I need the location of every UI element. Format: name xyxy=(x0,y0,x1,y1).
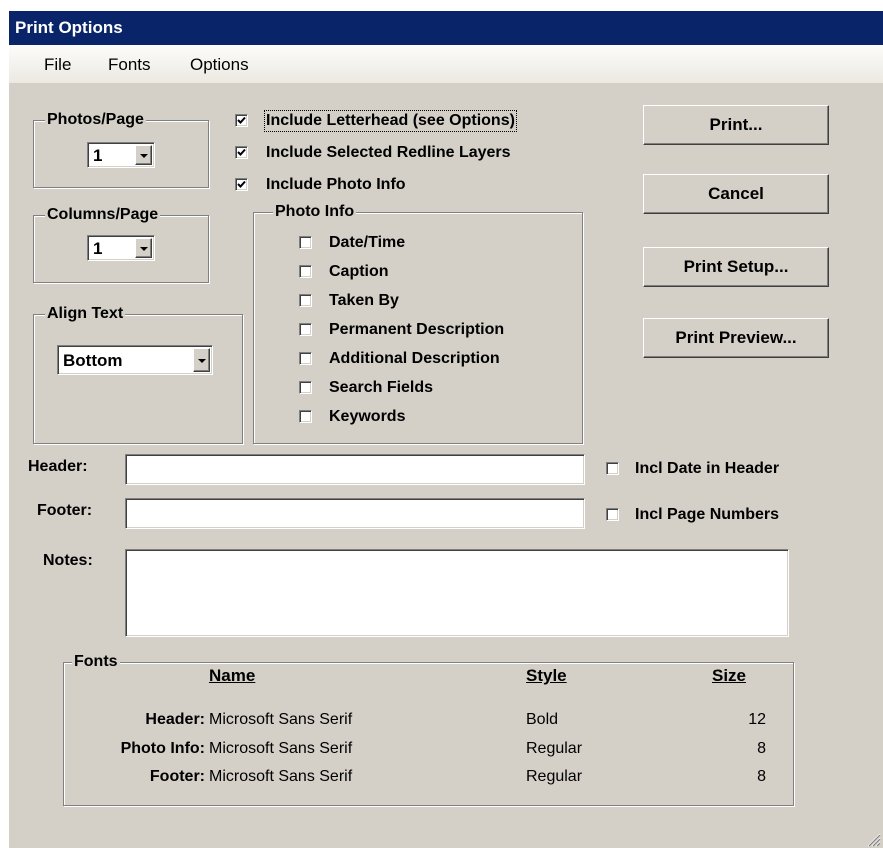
menu-file[interactable]: File xyxy=(44,55,71,75)
photo-info-label: Photo Info xyxy=(273,203,357,221)
keywords-label[interactable]: Keywords xyxy=(329,407,405,427)
incl-date-in-header-checkbox[interactable] xyxy=(606,462,619,475)
print-button[interactable]: Print... xyxy=(643,105,829,145)
fonts-column-size: Size xyxy=(712,666,747,685)
header-input[interactable] xyxy=(125,454,585,485)
photos-per-page-label: Photos/Page xyxy=(45,111,146,129)
include-redline-layers-checkbox[interactable] xyxy=(235,146,248,159)
date-time-checkbox[interactable] xyxy=(299,236,312,249)
additional-description-label[interactable]: Additional Description xyxy=(329,349,500,369)
menu-options[interactable]: Options xyxy=(190,55,249,75)
cancel-button[interactable]: Cancel xyxy=(643,174,829,214)
columns-per-page-value: 1 xyxy=(93,239,103,258)
fonts-row-size: 12 xyxy=(748,711,766,728)
photos-per-page-value: 1 xyxy=(93,146,103,165)
fonts-row-style: Regular xyxy=(526,768,583,785)
check-icon xyxy=(237,180,246,188)
align-text-value: Bottom xyxy=(63,351,123,370)
notes-label: Notes: xyxy=(43,552,93,569)
include-photo-info-checkbox[interactable] xyxy=(235,178,248,191)
chevron-down-icon xyxy=(140,247,148,251)
notes-textarea[interactable] xyxy=(125,549,789,637)
fonts-row-style: Bold xyxy=(526,711,559,728)
chevron-down-icon xyxy=(198,359,206,363)
print-setup-button[interactable]: Print Setup... xyxy=(643,247,829,287)
menu-bar: File Fonts Options xyxy=(9,45,883,83)
align-text-dropdown-button[interactable] xyxy=(193,348,210,372)
taken-by-label[interactable]: Taken By xyxy=(329,291,399,311)
photos-per-page-dropdown-button[interactable] xyxy=(135,145,152,165)
print-preview-button[interactable]: Print Preview... xyxy=(643,318,829,358)
fonts-row-target: Footer: xyxy=(149,768,205,785)
title-bar[interactable]: Print Options xyxy=(9,11,883,45)
search-fields-checkbox[interactable] xyxy=(299,381,312,394)
fonts-column-style: Style xyxy=(526,666,567,685)
fonts-row-size: 8 xyxy=(757,768,766,785)
columns-per-page-select[interactable]: 1 xyxy=(87,235,155,261)
columns-per-page-dropdown-button[interactable] xyxy=(135,238,152,258)
fonts-row-name: Microsoft Sans Serif xyxy=(209,768,353,785)
check-icon xyxy=(237,148,246,156)
check-icon xyxy=(237,116,246,124)
include-letterhead-label[interactable]: Include Letterhead (see Options) xyxy=(264,110,517,132)
include-letterhead-checkbox[interactable] xyxy=(235,114,248,127)
permanent-description-checkbox[interactable] xyxy=(299,323,312,336)
search-fields-label[interactable]: Search Fields xyxy=(329,378,433,398)
incl-page-numbers-label[interactable]: Incl Page Numbers xyxy=(635,505,779,525)
incl-page-numbers-checkbox[interactable] xyxy=(606,508,619,521)
window-title: Print Options xyxy=(15,18,123,37)
photos-per-page-select[interactable]: 1 xyxy=(87,142,155,168)
chevron-down-icon xyxy=(140,154,148,158)
fonts-row-size: 8 xyxy=(757,740,766,757)
resize-grip-icon[interactable] xyxy=(865,831,881,847)
fonts-column-name: Name xyxy=(209,666,256,685)
columns-per-page-label: Columns/Page xyxy=(45,206,161,224)
fonts-row-style: Regular xyxy=(526,740,583,757)
align-text-label: Align Text xyxy=(45,305,126,323)
footer-label: Footer: xyxy=(37,502,93,519)
taken-by-checkbox[interactable] xyxy=(299,294,312,307)
header-label: Header: xyxy=(28,458,88,475)
additional-description-checkbox[interactable] xyxy=(299,352,312,365)
fonts-row-name: Microsoft Sans Serif xyxy=(209,740,353,757)
permanent-description-label[interactable]: Permanent Description xyxy=(329,320,504,340)
caption-label[interactable]: Caption xyxy=(329,262,389,282)
fonts-group-label: Fonts xyxy=(72,653,120,671)
keywords-checkbox[interactable] xyxy=(299,410,312,423)
footer-input[interactable] xyxy=(125,498,585,529)
date-time-label[interactable]: Date/Time xyxy=(329,233,405,253)
fonts-row-target: Photo Info: xyxy=(120,740,205,757)
align-text-group xyxy=(33,314,243,444)
caption-checkbox[interactable] xyxy=(299,265,312,278)
fonts-row-name: Microsoft Sans Serif xyxy=(209,711,353,728)
fonts-row-target: Header: xyxy=(145,711,205,728)
include-redline-layers-label[interactable]: Include Selected Redline Layers xyxy=(266,143,511,163)
incl-date-in-header-label[interactable]: Incl Date in Header xyxy=(635,459,779,479)
include-photo-info-label[interactable]: Include Photo Info xyxy=(266,175,406,195)
menu-fonts[interactable]: Fonts xyxy=(108,55,151,75)
align-text-select[interactable]: Bottom xyxy=(57,345,213,375)
print-options-window: Print Options File Fonts Options Photos/… xyxy=(8,10,883,848)
